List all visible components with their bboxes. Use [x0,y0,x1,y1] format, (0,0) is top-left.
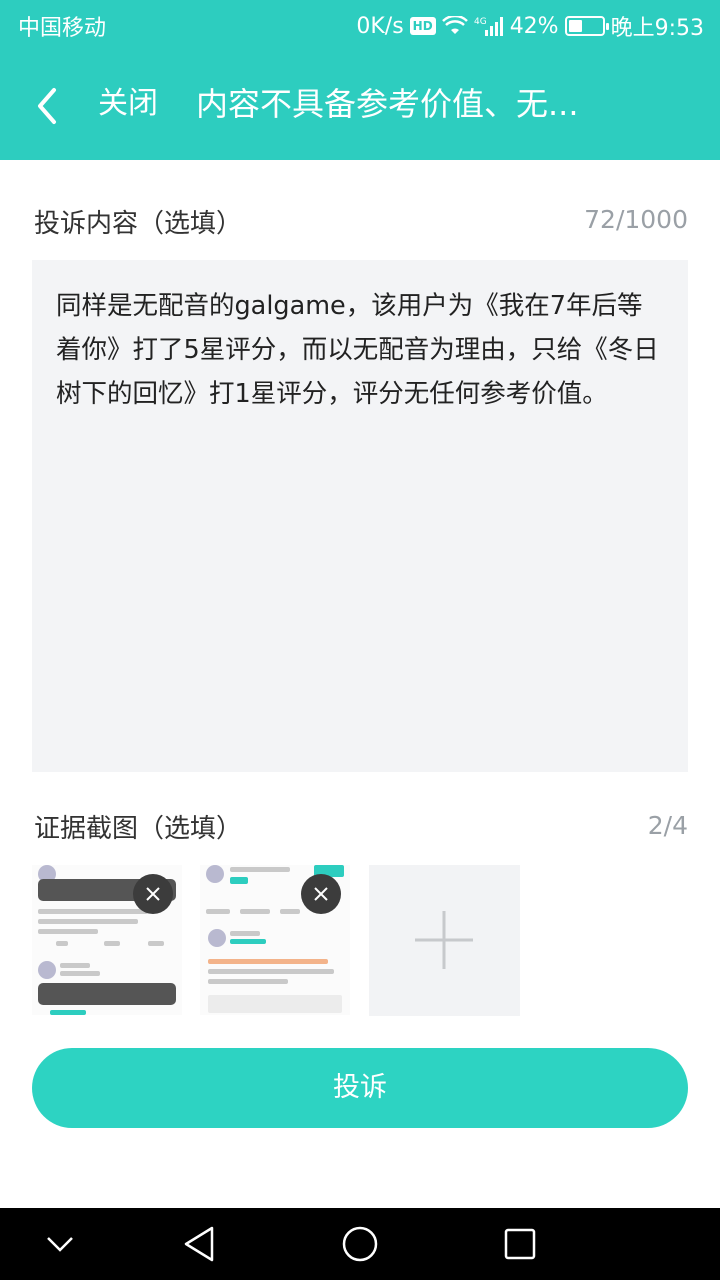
clock: 晚上9:53 [610,16,704,41]
evidence-counter: 2/4 [647,811,688,840]
hide-keyboard-button[interactable] [40,1224,80,1264]
page-title: 内容不具备参考价值、无... [196,85,579,123]
complaint-text: 同样是无配音的galgame，该用户为《我在7年后等着你》打了5星评分，而以无配… [56,291,659,409]
back-triangle-icon [184,1226,214,1262]
battery-icon [564,16,609,36]
remove-screenshot-1-button[interactable] [133,874,173,914]
nav-home-button[interactable] [340,1224,380,1264]
system-nav-bar [0,1208,720,1280]
plus-icon [415,911,473,969]
evidence-screenshot-2[interactable] [200,865,350,1015]
hd-icon: HD [409,17,436,35]
chevron-left-icon [38,88,56,124]
back-button[interactable] [28,82,72,130]
complaint-char-counter: 72/1000 [584,205,688,234]
nav-recents-button[interactable] [500,1224,540,1264]
title-bar: 关闭 内容不具备参考价值、无... [0,52,720,160]
status-bar: 中国移动 0K/s HD 4G 42% 晚上9:53 [0,0,720,52]
evidence-screenshot-1[interactable] [32,865,182,1015]
close-icon [146,887,160,901]
chevron-down-icon [47,1237,73,1252]
close-button[interactable]: 关闭 [98,82,158,126]
carrier-name: 中国移动 [18,16,107,41]
battery-percent: 42% [509,13,559,39]
nav-back-button[interactable] [180,1224,220,1264]
complaint-textarea[interactable]: 同样是无配音的galgame，该用户为《我在7年后等着你》打了5星评分，而以无配… [32,260,688,772]
recent-square-icon [504,1228,536,1260]
signal-label: 4G [474,17,487,27]
network-speed: 0K/s [356,13,404,39]
wifi-icon [441,16,468,34]
close-icon [314,887,328,901]
submit-complaint-button[interactable]: 投诉 [32,1048,688,1128]
status-icons: 0K/s HD 4G 42% 晚上9:53 [350,10,704,42]
add-screenshot-button[interactable] [369,865,520,1016]
remove-screenshot-2-button[interactable] [301,874,341,914]
battery-level [568,20,583,32]
home-circle-icon [342,1226,378,1262]
complaint-label: 投诉内容（选填） [34,209,243,239]
signal-icon: 4G [474,17,503,36]
evidence-label: 证据截图（选填） [34,814,243,844]
